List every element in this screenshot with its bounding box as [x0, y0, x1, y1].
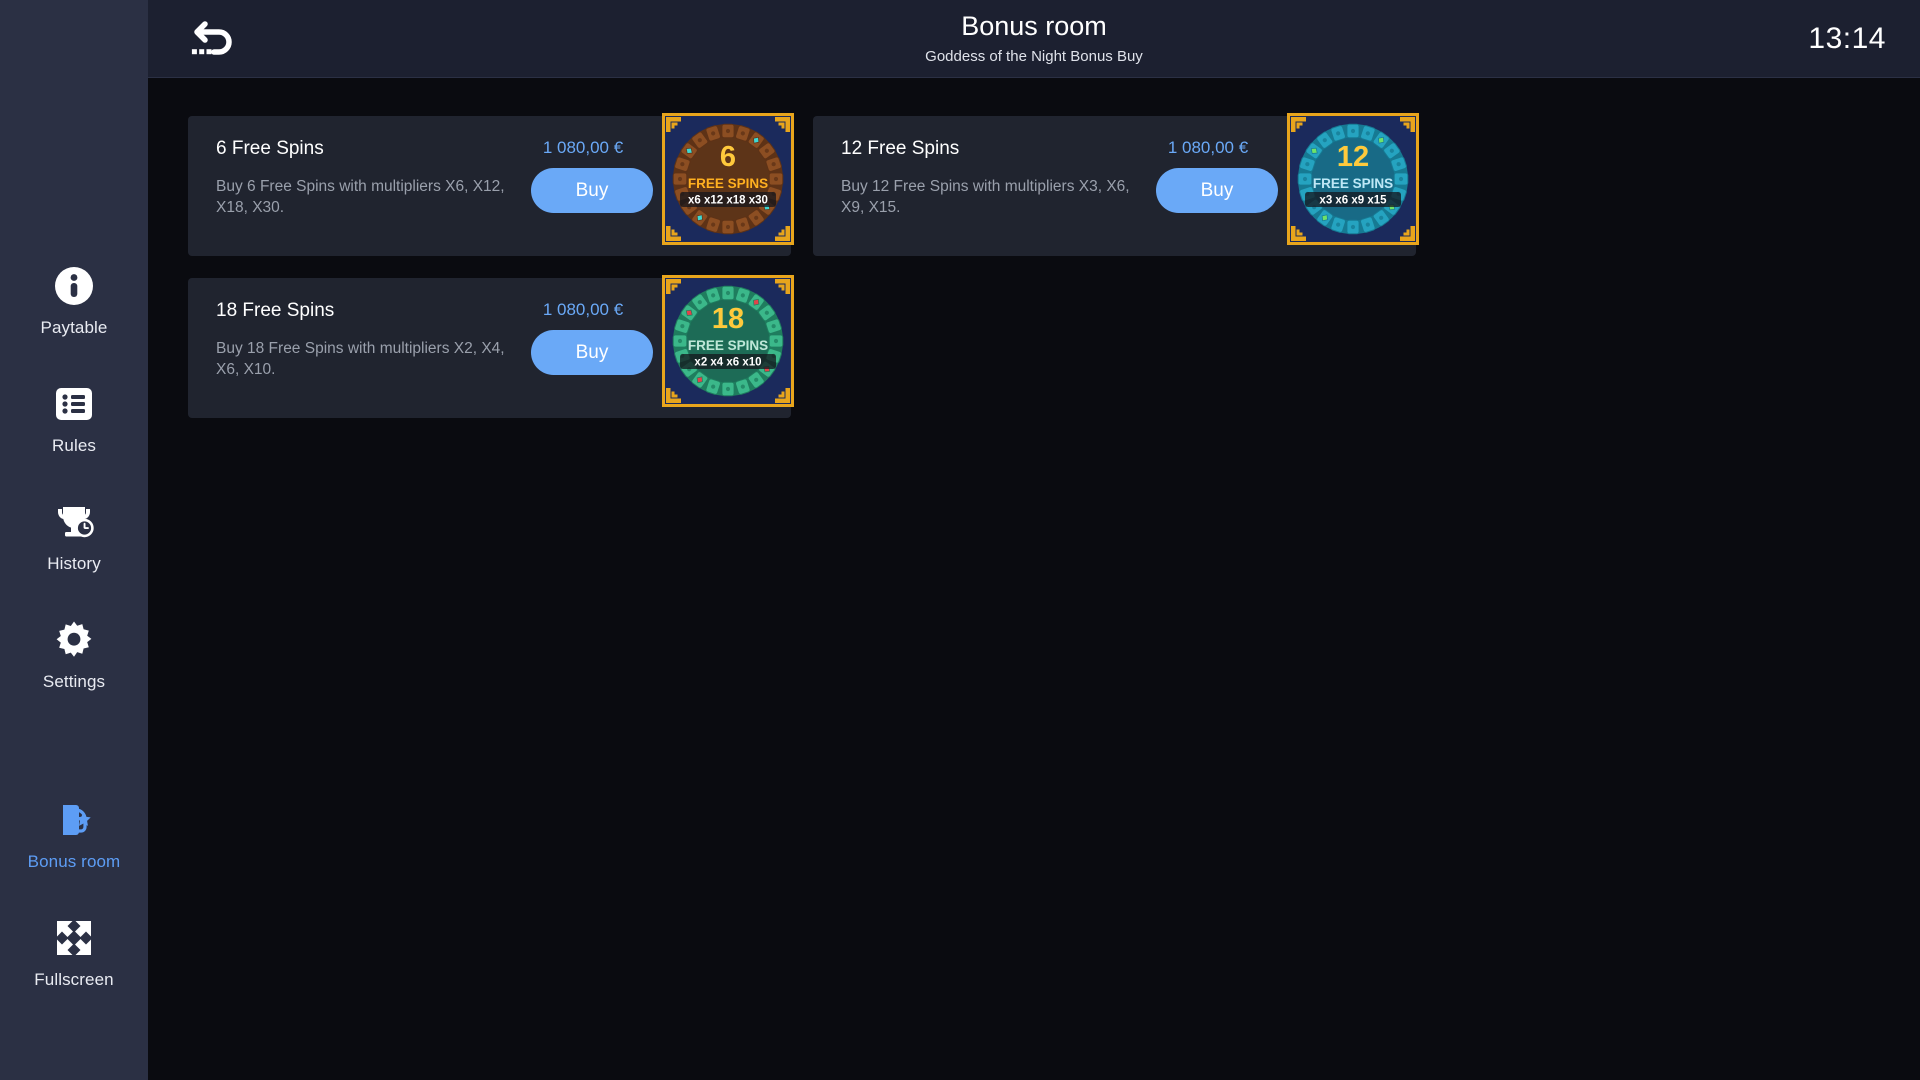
svg-text:12: 12	[1337, 141, 1369, 173]
page-title-wrap: Bonus room Goddess of the Night Bonus Bu…	[148, 0, 1920, 77]
bonus-card-price: 1 080,00 €	[1167, 138, 1249, 157]
bonus-card-12-free-spins[interactable]: 12 Free Spins Buy 12 Free Spins with mul…	[813, 113, 1419, 256]
expand-icon	[52, 916, 96, 960]
trophy-clock-icon	[52, 500, 96, 544]
svg-text:FREE SPINS: FREE SPINS	[688, 338, 768, 353]
bonus-card-artwork-12-free-spins: 12 FREE SPINS x3 x6 x9 x15	[1287, 113, 1419, 245]
bonus-card-artwork-6-free-spins: 6 FREE SPINS x6 x12 x18 x30	[662, 113, 794, 245]
sidebar-item-fullscreen[interactable]: Fullscreen	[0, 902, 148, 1000]
svg-text:x6 x12 x18 x30: x6 x12 x18 x30	[688, 195, 768, 207]
topbar: Bonus room Goddess of the Night Bonus Bu…	[148, 0, 1920, 78]
main-area: Bonus room Goddess of the Night Bonus Bu…	[148, 0, 1920, 1080]
clock: 13:14	[1808, 21, 1886, 55]
bonus-card-description: Buy 18 Free Spins with multipliers X2, X…	[216, 339, 505, 378]
sidebar-item-label: History	[47, 554, 101, 573]
door-star-icon	[52, 798, 96, 842]
page-title: Bonus room	[961, 11, 1107, 42]
svg-text:FREE SPINS: FREE SPINS	[1313, 176, 1393, 191]
sidebar-item-label: Fullscreen	[34, 970, 114, 989]
sidebar-item-paytable[interactable]: Paytable	[0, 250, 148, 348]
bonus-card-18-free-spins[interactable]: 18 Free Spins Buy 18 Free Spins with mul…	[188, 275, 794, 418]
bonus-card-price: 1 080,00 €	[542, 300, 624, 319]
buy-button-12-free-spins[interactable]: Buy	[1156, 168, 1278, 213]
bonus-card-price: 1 080,00 €	[542, 138, 624, 157]
sidebar-group-secondary: Bonus room Fullscreen	[0, 734, 148, 1000]
sidebar-item-label: Bonus room	[27, 852, 121, 871]
sidebar-item-settings[interactable]: Settings	[0, 604, 148, 702]
svg-text:18: 18	[712, 303, 744, 335]
sidebar-item-label: Settings	[42, 672, 106, 691]
bonus-content: 6 Free Spins Buy 6 Free Spins with multi…	[148, 78, 1920, 1080]
bonus-card-artwork-18-free-spins: 18 FREE SPINS x2 x4 x6 x10	[662, 275, 794, 407]
bonus-room-screen: Paytable Rules History Settings Bonus ro…	[0, 0, 1920, 1080]
sidebar: Paytable Rules History Settings Bonus ro…	[0, 0, 148, 1080]
sidebar-item-label: Paytable	[40, 318, 108, 337]
svg-text:x2 x4 x6 x10: x2 x4 x6 x10	[694, 357, 761, 369]
buy-button-18-free-spins[interactable]: Buy	[531, 330, 653, 375]
list-icon	[52, 382, 96, 426]
sidebar-item-bonus-room[interactable]: Bonus room	[0, 784, 148, 882]
bonus-card-description: Buy 6 Free Spins with multipliers X6, X1…	[216, 177, 505, 216]
page-subtitle: Goddess of the Night Bonus Buy	[925, 47, 1143, 65]
bonus-card-6-free-spins[interactable]: 6 Free Spins Buy 6 Free Spins with multi…	[188, 113, 794, 256]
sidebar-group-close: Close	[0, 1040, 148, 1080]
sidebar-item-history[interactable]: History	[0, 486, 148, 584]
back-button[interactable]	[176, 0, 252, 78]
bonus-card-description: Buy 12 Free Spins with multipliers X3, X…	[841, 177, 1130, 216]
bonus-card-list: 6 Free Spins Buy 6 Free Spins with multi…	[188, 113, 1419, 418]
sidebar-item-label: Rules	[52, 436, 96, 455]
svg-text:6: 6	[720, 141, 736, 173]
buy-button-6-free-spins[interactable]: Buy	[531, 168, 653, 213]
sidebar-group-primary: Paytable Rules History Settings	[0, 0, 148, 702]
svg-text:x3 x6 x9 x15: x3 x6 x9 x15	[1319, 195, 1387, 207]
sidebar-item-rules[interactable]: Rules	[0, 368, 148, 466]
info-circle-icon	[52, 264, 96, 308]
gear-icon	[52, 618, 96, 662]
svg-text:FREE SPINS: FREE SPINS	[688, 176, 768, 191]
undo-arrow-icon	[188, 10, 240, 67]
